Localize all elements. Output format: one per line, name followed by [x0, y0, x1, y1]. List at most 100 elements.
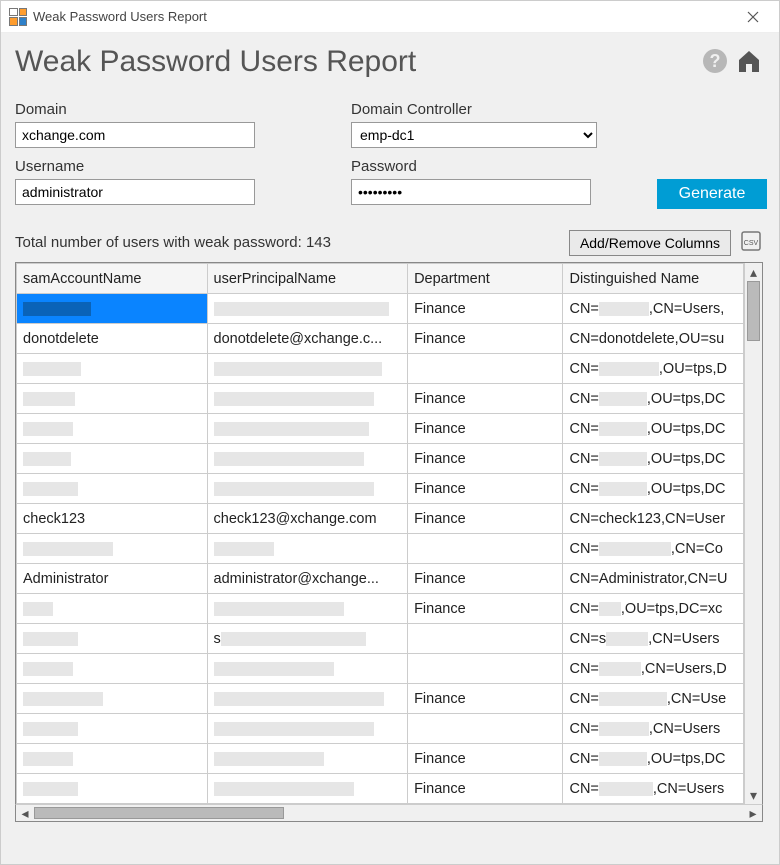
table-cell — [207, 534, 408, 564]
close-icon[interactable] — [735, 5, 771, 29]
table-cell: Finance — [408, 324, 563, 354]
domain-label: Domain — [15, 101, 325, 118]
table-row[interactable]: FinanceCN=,CN=Use — [17, 684, 744, 714]
table-cell — [207, 774, 408, 804]
column-header[interactable]: userPrincipalName — [207, 264, 408, 294]
table-cell — [17, 624, 208, 654]
table-cell: Finance — [408, 294, 563, 324]
table-cell — [408, 654, 563, 684]
scroll-down-icon[interactable]: ▾ — [745, 786, 762, 804]
table-row[interactable]: FinanceCN=,OU=tps,DC=xc — [17, 594, 744, 624]
export-csv-icon[interactable]: CSV — [739, 229, 763, 256]
table-cell — [207, 714, 408, 744]
table-cell — [17, 774, 208, 804]
table-cell — [207, 744, 408, 774]
table-cell: CN=,OU=tps,DC=xc — [563, 594, 744, 624]
table-cell — [207, 444, 408, 474]
column-header[interactable]: samAccountName — [17, 264, 208, 294]
username-label: Username — [15, 158, 325, 175]
horizontal-scrollbar[interactable]: ◂ ▸ — [15, 804, 763, 822]
table-row[interactable]: FinanceCN=,OU=tps,DC — [17, 744, 744, 774]
table-row[interactable]: FinanceCN=,OU=tps,DC — [17, 474, 744, 504]
password-input[interactable] — [351, 179, 591, 205]
table-cell: Finance — [408, 504, 563, 534]
table-cell — [207, 294, 408, 324]
vertical-scroll-thumb[interactable] — [747, 281, 760, 341]
column-header[interactable]: Department — [408, 264, 563, 294]
table-row[interactable]: FinanceCN=,OU=tps,DC — [17, 414, 744, 444]
table-row[interactable]: CN=,CN=Users,D — [17, 654, 744, 684]
help-icon[interactable]: ? — [701, 47, 729, 78]
table-cell: s — [207, 624, 408, 654]
table-row[interactable]: FinanceCN=,CN=Users, — [17, 294, 744, 324]
svg-text:CSV: CSV — [744, 240, 759, 247]
table-cell: Finance — [408, 444, 563, 474]
table-row[interactable]: CN=,CN=Co — [17, 534, 744, 564]
page-title: Weak Password Users Report — [15, 45, 695, 79]
table-row[interactable]: check123check123@xchange.comFinanceCN=ch… — [17, 504, 744, 534]
table-cell — [207, 474, 408, 504]
table-cell: administrator@xchange... — [207, 564, 408, 594]
table-cell: CN=,OU=tps,DC — [563, 444, 744, 474]
table-cell: Administrator — [17, 564, 208, 594]
scroll-right-icon[interactable]: ▸ — [744, 805, 762, 822]
table-cell — [207, 354, 408, 384]
table-row[interactable]: FinanceCN=,CN=Users — [17, 774, 744, 804]
table-cell — [17, 654, 208, 684]
table-cell — [207, 654, 408, 684]
scroll-up-icon[interactable]: ▴ — [745, 263, 762, 281]
table-row[interactable]: FinanceCN=,OU=tps,DC — [17, 384, 744, 414]
vertical-scrollbar[interactable]: ▴ ▾ — [744, 263, 762, 804]
table-cell: Finance — [408, 594, 563, 624]
table-cell: CN=,OU=tps,DC — [563, 414, 744, 444]
table-row[interactable]: s CN=s,CN=Users — [17, 624, 744, 654]
table-cell: check123 — [17, 504, 208, 534]
table-cell: CN=,OU=tps,DC — [563, 384, 744, 414]
table-cell: CN=donotdelete,OU=su — [563, 324, 744, 354]
table-cell — [17, 744, 208, 774]
table-row[interactable]: CN=,OU=tps,D — [17, 354, 744, 384]
table-cell: donotdelete — [17, 324, 208, 354]
table-row[interactable]: donotdeletedonotdelete@xchange.c...Finan… — [17, 324, 744, 354]
horizontal-scroll-thumb[interactable] — [34, 807, 284, 819]
generate-button[interactable]: Generate — [657, 179, 767, 209]
app-icon — [9, 8, 27, 26]
table-row[interactable]: CN=,CN=Users — [17, 714, 744, 744]
table-cell: CN=,OU=tps,DC — [563, 474, 744, 504]
table-cell: donotdelete@xchange.c... — [207, 324, 408, 354]
table-cell — [207, 414, 408, 444]
table-cell: CN=,OU=tps,D — [563, 354, 744, 384]
table-cell: check123@xchange.com — [207, 504, 408, 534]
table-cell: CN=,CN=Users — [563, 714, 744, 744]
table-row[interactable]: Administratoradministrator@xchange...Fin… — [17, 564, 744, 594]
table-row[interactable]: FinanceCN=,OU=tps,DC — [17, 444, 744, 474]
table-cell: Finance — [408, 384, 563, 414]
table-cell: Finance — [408, 774, 563, 804]
table-cell — [408, 534, 563, 564]
password-label: Password — [351, 158, 631, 175]
domain-input[interactable] — [15, 122, 255, 148]
table-cell — [408, 714, 563, 744]
column-header[interactable]: Distinguished Name — [563, 264, 744, 294]
table-cell: Finance — [408, 684, 563, 714]
summary-text: Total number of users with weak password… — [15, 234, 569, 251]
home-icon[interactable] — [735, 47, 763, 78]
table-cell: CN=,CN=Users,D — [563, 654, 744, 684]
table-cell — [17, 354, 208, 384]
titlebar: Weak Password Users Report — [1, 1, 779, 33]
table-cell — [17, 534, 208, 564]
table-cell — [17, 594, 208, 624]
table-cell: CN=Administrator,CN=U — [563, 564, 744, 594]
dc-select[interactable]: emp-dc1 — [351, 122, 597, 148]
add-remove-columns-button[interactable]: Add/Remove Columns — [569, 230, 731, 256]
table-cell — [207, 594, 408, 624]
username-input[interactable] — [15, 179, 255, 205]
scroll-left-icon[interactable]: ◂ — [16, 805, 34, 822]
dc-label: Domain Controller — [351, 101, 631, 118]
table-cell — [207, 384, 408, 414]
table-cell: CN=s,CN=Users — [563, 624, 744, 654]
table-cell: CN=,CN=Users, — [563, 294, 744, 324]
table-cell — [207, 684, 408, 714]
table-cell — [17, 714, 208, 744]
table-cell — [17, 384, 208, 414]
